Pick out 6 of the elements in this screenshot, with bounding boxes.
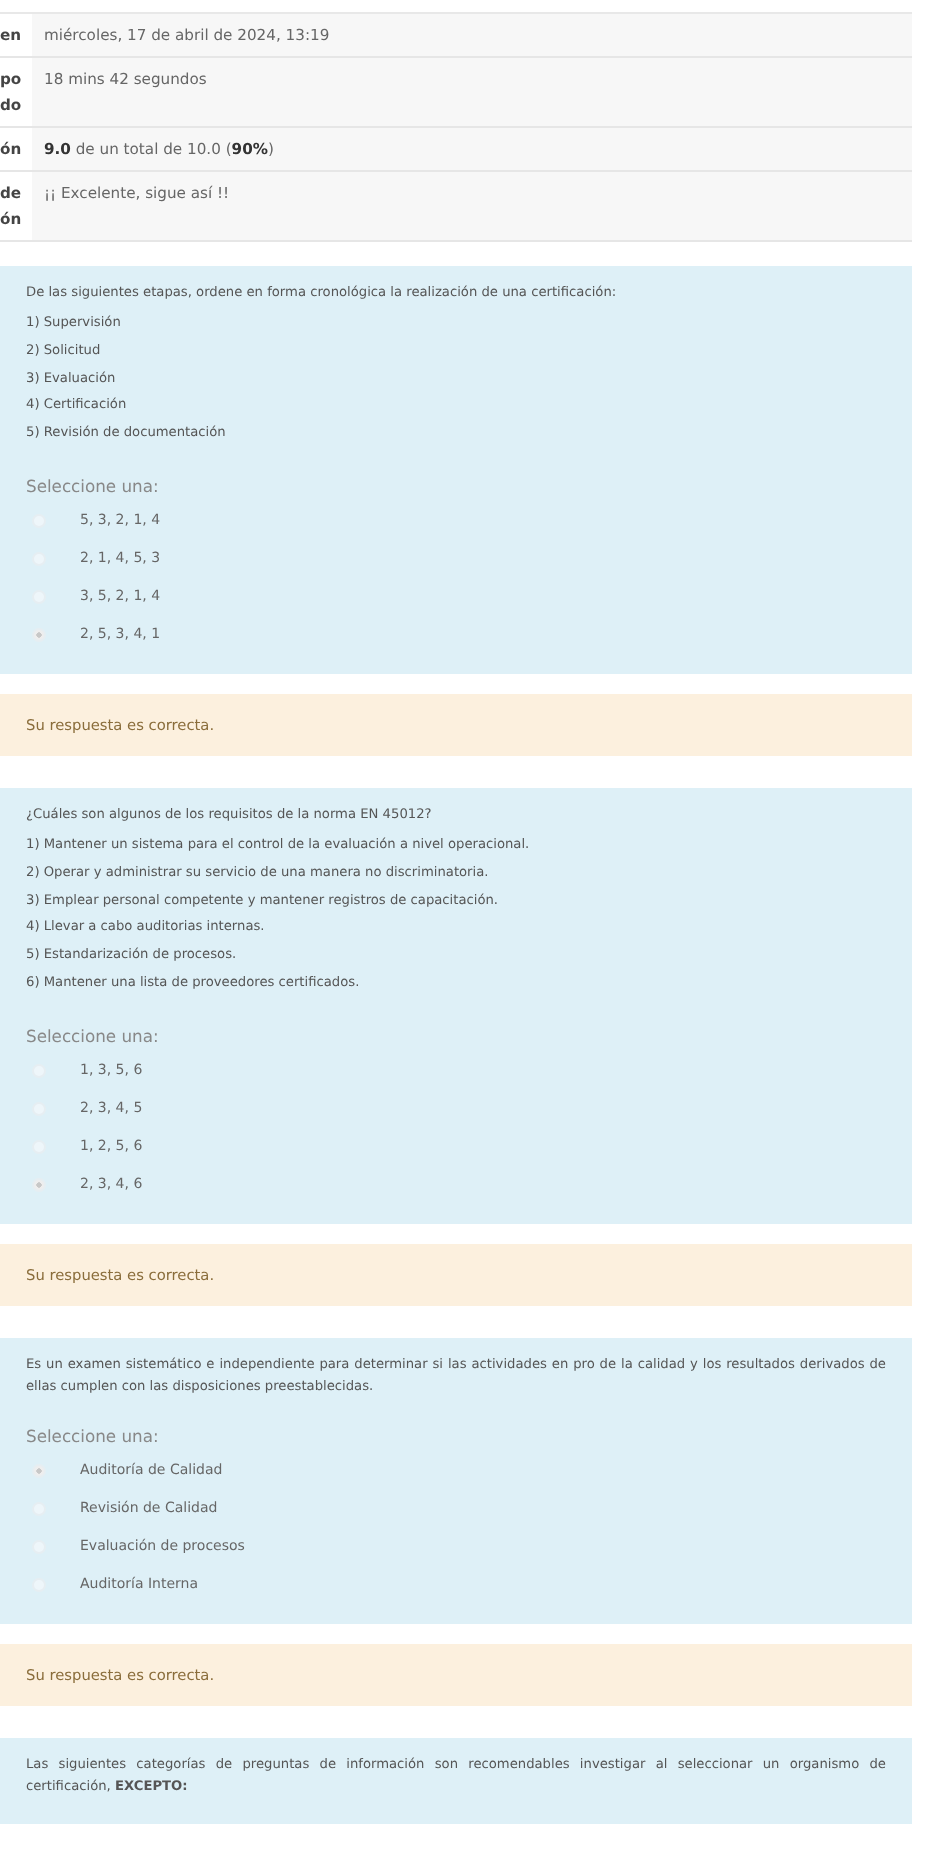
select-label: Seleccione una:	[26, 1425, 161, 1446]
radio-button[interactable]	[32, 1177, 46, 1192]
radio-button[interactable]	[32, 627, 46, 642]
select-label: Seleccione una:	[26, 475, 161, 496]
radio-button[interactable]	[32, 1463, 46, 1478]
select-label: Seleccione una:	[26, 1025, 161, 1046]
